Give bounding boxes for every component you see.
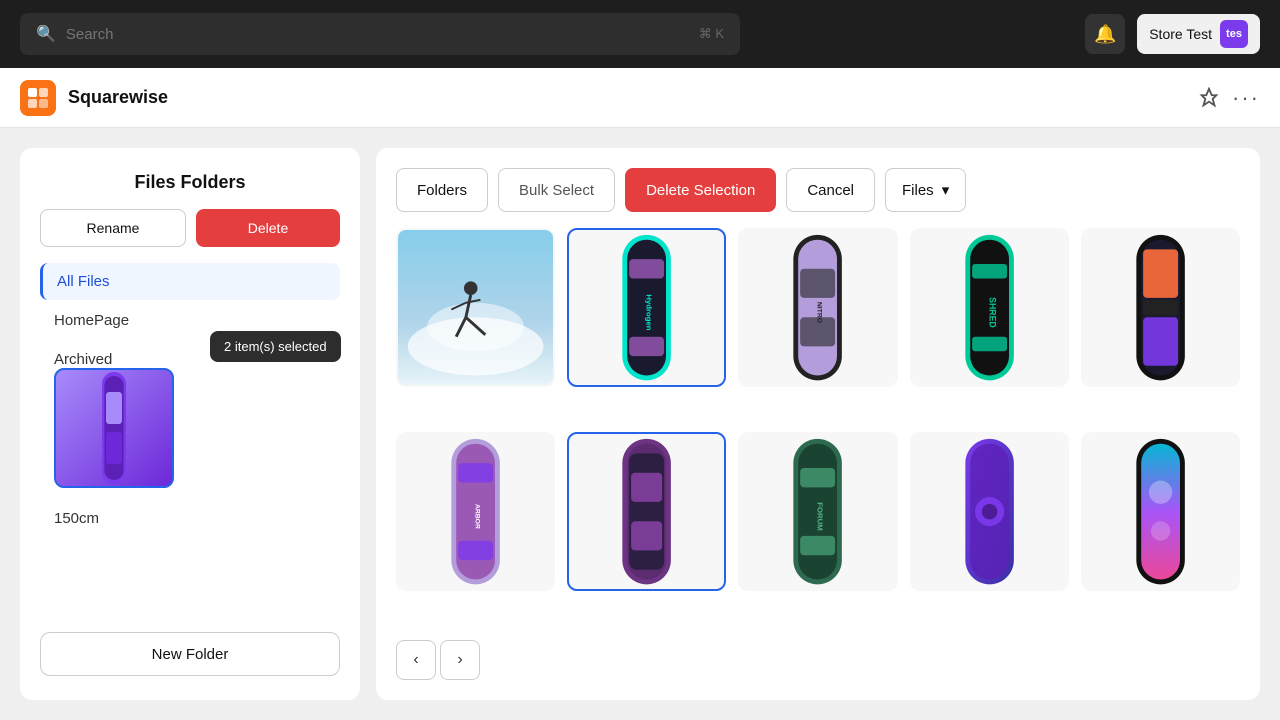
sidebar: Files Folders Rename Delete All Files Ho… <box>20 148 360 700</box>
prev-icon: ‹ <box>413 651 418 669</box>
thumbnail-preview <box>54 368 174 488</box>
top-bar: 🔍 ⌘ K 🔔 Store Test tes <box>0 0 1280 68</box>
snowboard-orange-purple <box>1083 230 1238 385</box>
grid-item-4[interactable]: SHRED <box>910 228 1069 387</box>
image-grid: Hydrogen NITRO <box>396 228 1240 624</box>
content-area: Folders Bulk Select Delete Selection Can… <box>376 148 1260 700</box>
rename-button[interactable]: Rename <box>40 209 186 247</box>
grid-item-1[interactable] <box>396 228 555 387</box>
store-name: Store Test <box>1149 26 1212 42</box>
next-icon: › <box>457 651 462 669</box>
bell-icon: 🔔 <box>1094 24 1116 45</box>
files-label: Files <box>902 182 934 199</box>
store-button[interactable]: Store Test tes <box>1137 14 1260 54</box>
snowboard-teal-purple: Hydrogen <box>569 230 724 385</box>
main-layout: Files Folders Rename Delete All Files Ho… <box>0 128 1280 720</box>
grid-item-9[interactable] <box>910 432 1069 591</box>
selection-tooltip: 2 item(s) selected <box>210 331 341 362</box>
grid-item-3[interactable]: NITRO <box>738 228 897 387</box>
app-header: Squarewise ··· <box>0 68 1280 128</box>
logo-icon <box>27 87 49 109</box>
snowboard-dark-violet <box>569 434 724 589</box>
grid-item-2[interactable]: Hydrogen <box>567 228 726 387</box>
grid-item-5[interactable] <box>1081 228 1240 387</box>
search-icon: 🔍 <box>36 24 56 44</box>
topbar-right: 🔔 Store Test tes <box>1085 14 1260 54</box>
svg-text:SHRED: SHRED <box>987 297 997 328</box>
sidebar-title: Files Folders <box>40 172 340 193</box>
grid-item-8[interactable]: FORUM <box>738 432 897 591</box>
search-box[interactable]: 🔍 ⌘ K <box>20 13 740 55</box>
store-avatar: tes <box>1220 20 1248 48</box>
prev-page-button[interactable]: ‹ <box>396 640 436 680</box>
pagination: ‹ › <box>396 640 1240 680</box>
next-page-button[interactable]: › <box>440 640 480 680</box>
sidebar-item-all-files[interactable]: All Files <box>40 263 340 300</box>
sidebar-item-150cm[interactable]: 150cm <box>40 500 340 537</box>
grid-item-7[interactable] <box>567 432 726 591</box>
svg-text:FORUM: FORUM <box>816 502 825 530</box>
more-button[interactable]: ··· <box>1232 85 1260 111</box>
snowboard-dark-purple: NITRO <box>740 230 895 385</box>
svg-text:ARBOR: ARBOR <box>474 504 481 529</box>
snowboard-dark-green: FORUM <box>740 434 895 589</box>
delete-selection-button[interactable]: Delete Selection <box>625 168 776 212</box>
pin-icon <box>1198 87 1220 109</box>
files-dropdown[interactable]: Files ▾ <box>885 168 966 212</box>
snowboard-purple-gradient <box>912 434 1067 589</box>
grid-item-6[interactable]: ARBOR <box>396 432 555 591</box>
svg-text:NITRO: NITRO <box>816 302 823 323</box>
notification-button[interactable]: 🔔 <box>1085 14 1125 54</box>
ski-photo <box>398 230 553 385</box>
snowboard-teal-pink <box>1083 434 1238 589</box>
new-folder-button[interactable]: New Folder <box>40 632 340 676</box>
toolbar: Folders Bulk Select Delete Selection Can… <box>396 168 1240 212</box>
header-actions: ··· <box>1198 85 1260 111</box>
sidebar-actions: Rename Delete <box>40 209 340 247</box>
cancel-button[interactable]: Cancel <box>786 168 875 212</box>
sidebar-item-archived[interactable]: Archived 2 item(s) selected <box>40 341 340 498</box>
bulk-select-button[interactable]: Bulk Select <box>498 168 615 212</box>
search-shortcut: ⌘ K <box>699 26 724 42</box>
snowboard-teal-black: SHRED <box>912 230 1067 385</box>
more-icon: ··· <box>1232 85 1260 111</box>
app-logo <box>20 80 56 116</box>
pin-button[interactable] <box>1198 87 1220 109</box>
grid-item-10[interactable] <box>1081 432 1240 591</box>
snowboard-preview-icon <box>89 368 139 488</box>
delete-button[interactable]: Delete <box>196 209 340 247</box>
chevron-down-icon: ▾ <box>942 181 950 199</box>
app-title: Squarewise <box>68 87 168 108</box>
search-input[interactable] <box>66 26 689 43</box>
folder-list: All Files HomePage Archived 2 item(s) se… <box>40 263 340 537</box>
folders-button[interactable]: Folders <box>396 168 488 212</box>
svg-text:Hydrogen: Hydrogen <box>645 294 654 330</box>
snowboard-light-purple: ARBOR <box>398 434 553 589</box>
